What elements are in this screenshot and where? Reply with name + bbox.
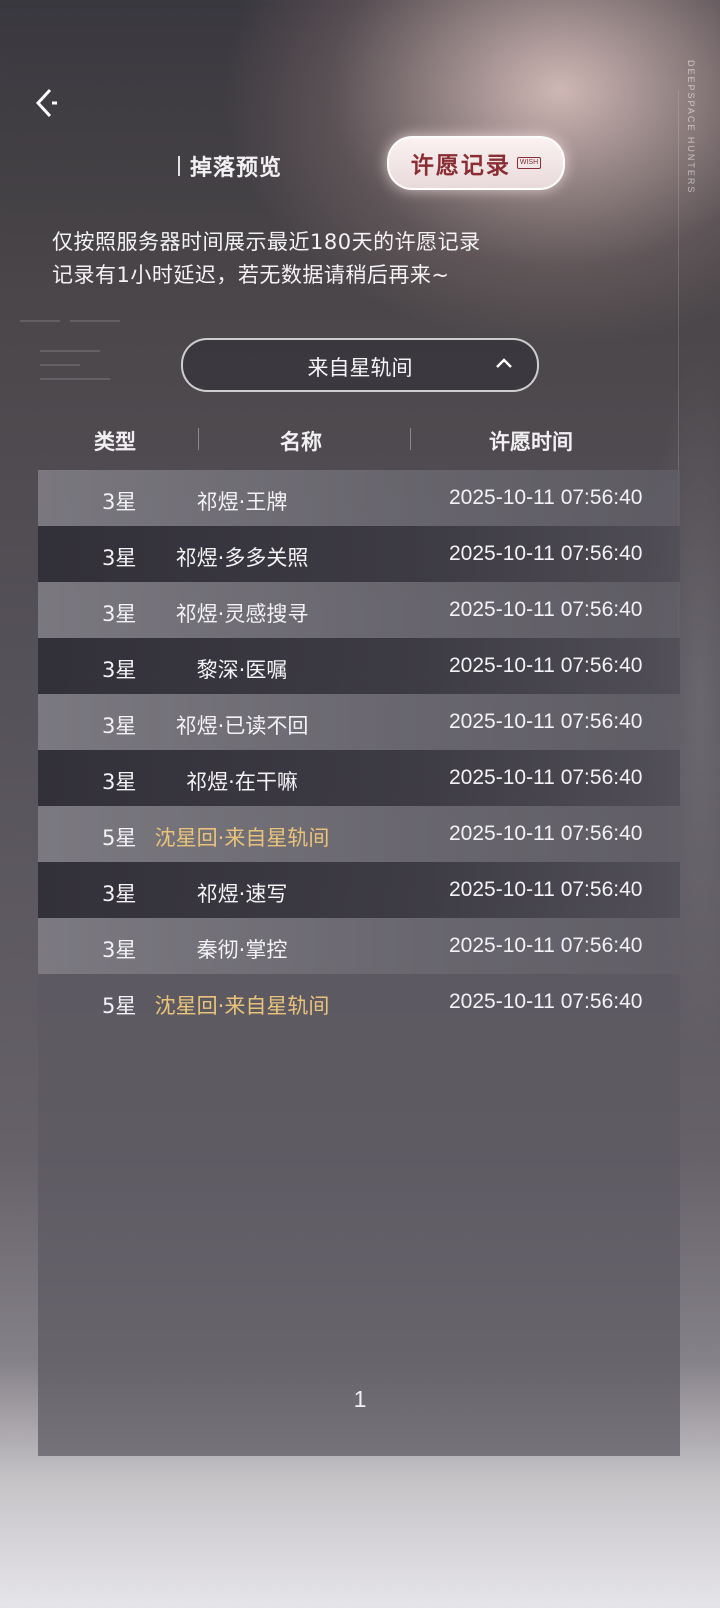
header-time: 许愿时间 [489,430,573,454]
row-time: 2025-10-11 07:56:40 [449,710,643,733]
table-row: 3星 祁煜·灵感搜寻 2025-10-11 07:56:40 [38,582,680,638]
row-name: 祁煜·王牌 [196,490,288,514]
tab-drop-preview[interactable]: 掉落预览 [178,150,282,182]
tab-indicator [178,156,180,176]
back-arrow-icon [35,88,57,118]
row-name: 祁煜·已读不回 [175,714,309,738]
table-row: 3星 黎深·医嘱 2025-10-11 07:56:40 [38,638,680,694]
header-name: 名称 [280,430,322,454]
row-time: 2025-10-11 07:56:40 [449,878,643,901]
pool-select-dropdown[interactable]: 来自星轨间 [181,338,539,392]
table-row: 3星 祁煜·已读不回 2025-10-11 07:56:40 [38,694,680,750]
record-notice: 仅按照服务器时间展示最近180天的许愿记录 记录有1小时延迟，若无数据请稍后再来… [52,226,672,292]
row-time: 2025-10-11 07:56:40 [449,822,643,845]
tab-bar: 掉落预览 许愿记录 WISH [0,136,720,196]
table-row: 5星 沈星回·来自星轨间 2025-10-11 07:56:40 [38,974,680,1030]
row-name: 祁煜·多多关照 [175,546,309,570]
table-body: 3星 祁煜·王牌 2025-10-11 07:56:40 3星 祁煜·多多关照 … [38,470,680,1030]
back-button[interactable] [30,86,64,120]
notice-line-1: 仅按照服务器时间展示最近180天的许愿记录 [52,230,481,254]
header-divider [198,428,199,450]
row-time: 2025-10-11 07:56:40 [449,766,643,789]
notice-line-2: 记录有1小时延迟，若无数据请稍后再来~ [52,263,450,287]
header-divider [410,428,411,450]
header-type: 类型 [94,430,136,454]
pool-select-value: 来自星轨间 [307,356,413,380]
table-row: 3星 秦彻·掌控 2025-10-11 07:56:40 [38,918,680,974]
table-row: 3星 祁煜·王牌 2025-10-11 07:56:40 [38,470,680,526]
row-time: 2025-10-11 07:56:40 [449,654,643,677]
row-name-five-star: 沈星回·来自星轨间 [154,826,330,850]
row-name: 祁煜·灵感搜寻 [175,602,309,626]
row-name: 祁煜·速写 [196,882,288,906]
row-time: 2025-10-11 07:56:40 [449,486,643,509]
row-name: 秦彻·掌控 [196,938,288,962]
table-row: 3星 祁煜·在干嘛 2025-10-11 07:56:40 [38,750,680,806]
table-row: 3星 祁煜·速写 2025-10-11 07:56:40 [38,862,680,918]
row-time: 2025-10-11 07:56:40 [449,542,643,565]
table-row: 3星 祁煜·多多关照 2025-10-11 07:56:40 [38,526,680,582]
wish-record-table: 类型 名称 许愿时间 [38,414,680,466]
chevron-up-icon [496,358,512,368]
page-number: 1 [353,1386,367,1412]
row-time: 2025-10-11 07:56:40 [449,934,643,957]
row-name: 祁煜·在干嘛 [186,770,298,794]
tab-wish-record-label: 许愿记录 [410,152,511,179]
row-time: 2025-10-11 07:56:40 [449,990,643,1013]
row-name-five-star: 沈星回·来自星轨间 [154,994,330,1018]
table-header: 类型 名称 许愿时间 [38,414,680,466]
table-row: 5星 沈星回·来自星轨间 2025-10-11 07:56:40 [38,806,680,862]
tab-drop-preview-label: 掉落预览 [190,155,283,181]
background-decoration [20,300,170,410]
tab-wish-record-tag: WISH [516,157,542,169]
row-time: 2025-10-11 07:56:40 [449,598,643,621]
tab-wish-record[interactable]: 许愿记录 WISH [387,136,565,190]
row-name: 黎深·医嘱 [196,658,288,682]
